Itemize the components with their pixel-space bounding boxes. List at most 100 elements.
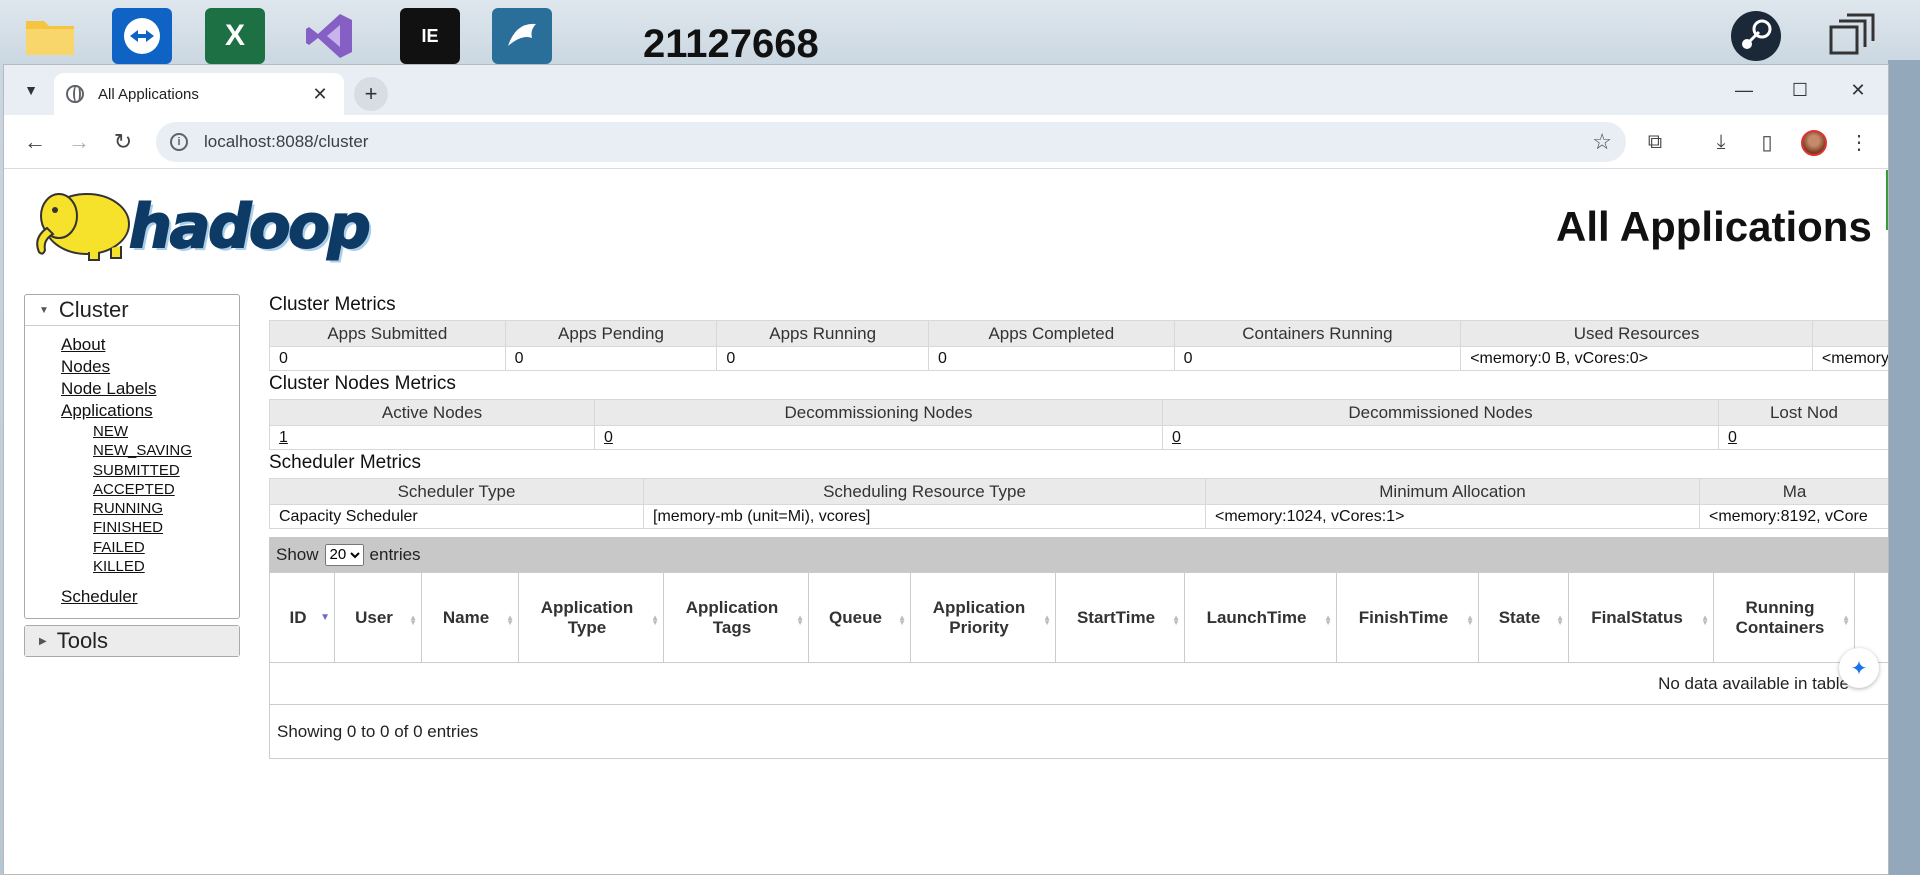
- link-state-submitted[interactable]: SUBMITTED: [93, 461, 239, 480]
- forward-button[interactable]: →: [64, 127, 94, 157]
- decommissioning-nodes-cell[interactable]: 0: [594, 425, 1163, 450]
- new-tab-button[interactable]: +: [354, 77, 388, 111]
- teamviewer-icon[interactable]: [112, 8, 172, 64]
- nodes-metrics-title: Cluster Nodes Metrics: [269, 373, 456, 394]
- table-cell: <memory:0 B, vCores:0>: [1460, 346, 1813, 371]
- tab-title: All Applications: [98, 85, 199, 103]
- column-header-queue[interactable]: Queue ▲ ▼: [808, 572, 911, 663]
- hadoop-elephant-icon: [36, 193, 130, 261]
- reload-button[interactable]: ↻: [108, 127, 138, 157]
- link-state-new[interactable]: NEW: [93, 422, 239, 441]
- task-view-icon[interactable]: [1822, 8, 1882, 64]
- cluster-accordion-header[interactable]: ▼ Cluster: [25, 295, 239, 325]
- column-header-finalstatus[interactable]: FinalStatus ▲ ▼: [1568, 572, 1714, 663]
- close-tab-icon[interactable]: ✕: [308, 84, 332, 105]
- desktop-edge: [1888, 60, 1920, 875]
- steam-icon[interactable]: [1726, 8, 1786, 64]
- link-state-new-saving[interactable]: NEW_SAVING: [93, 441, 239, 460]
- decommissioned-nodes-link[interactable]: 0: [1172, 429, 1181, 446]
- column-header-application-tags[interactable]: Application Tags ▲ ▼: [663, 572, 809, 663]
- sort-icon: ▲ ▼: [409, 613, 417, 627]
- maximize-button[interactable]: ☐: [1778, 75, 1822, 105]
- bookmark-star-icon[interactable]: ☆: [1592, 129, 1612, 155]
- show-label: Show: [276, 544, 319, 564]
- decommissioning-nodes-link[interactable]: 0: [604, 429, 613, 446]
- table-header: Decommissioning Nodes: [594, 399, 1163, 426]
- tab-all-applications[interactable]: All Applications ✕: [54, 73, 344, 115]
- link-applications[interactable]: Applications: [61, 400, 239, 422]
- mysql-workbench-icon[interactable]: [492, 8, 552, 64]
- hadoop-logo-text: hadoop: [128, 191, 372, 263]
- assistant-floating-icon[interactable]: ✦: [1839, 648, 1879, 688]
- table-row: 1 0 0 0: [269, 425, 1888, 450]
- globe-icon: [66, 85, 84, 103]
- link-state-accepted[interactable]: ACCEPTED: [93, 480, 239, 499]
- side-panel-icon[interactable]: ▯: [1752, 127, 1782, 157]
- minimize-button[interactable]: —: [1722, 75, 1766, 105]
- column-header-launchtime[interactable]: LaunchTime ▲ ▼: [1184, 572, 1337, 663]
- column-header-application-type[interactable]: Application Type ▲ ▼: [518, 572, 664, 663]
- link-state-killed[interactable]: KILLED: [93, 557, 239, 576]
- tools-accordion-header[interactable]: ▶ Tools: [25, 626, 239, 657]
- link-about[interactable]: About: [61, 334, 239, 356]
- lost-nodes-cell[interactable]: 0: [1718, 425, 1888, 450]
- cluster-links: About Nodes Node Labels Applications NEW…: [25, 325, 239, 618]
- intellij-icon[interactable]: IE: [400, 8, 460, 64]
- page-size-select[interactable]: 20: [324, 543, 364, 566]
- close-window-button[interactable]: ✕: [1836, 75, 1880, 105]
- visual-studio-icon[interactable]: [300, 8, 360, 64]
- table-cell: <memory: [1811, 346, 1888, 371]
- column-header-user[interactable]: User ▲ ▼: [334, 572, 422, 663]
- extensions-icon[interactable]: ⧉: [1640, 127, 1670, 157]
- active-nodes-link[interactable]: 1: [279, 429, 288, 446]
- browser-toolbar: ← → ↻ i localhost:8088/cluster ☆ ⧉ ⤓ ▯ ⋮: [4, 115, 1888, 169]
- link-state-running[interactable]: RUNNING: [93, 499, 239, 518]
- table-cell: 0: [928, 346, 1175, 371]
- table-row: Capacity Scheduler [memory-mb (unit=Mi),…: [269, 504, 1888, 529]
- triangle-down-icon: ▼: [39, 304, 49, 316]
- tab-search-icon[interactable]: ▼: [16, 75, 46, 105]
- table-header: Apps Submitted: [269, 320, 506, 347]
- column-header-running-containers[interactable]: Running Containers ▲ ▼: [1713, 572, 1855, 663]
- browser-window: ▼ All Applications ✕ + — ☐ ✕ ← → ↻ i loc…: [3, 64, 1889, 875]
- download-icon[interactable]: ⤓: [1706, 127, 1736, 157]
- column-header-application-priority[interactable]: Application Priority ▲ ▼: [910, 572, 1056, 663]
- folder-icon[interactable]: [20, 8, 80, 64]
- sort-desc-icon: ▼: [320, 612, 330, 623]
- page-content: hadoop All Applications ▼ Cluster About …: [4, 170, 1888, 874]
- menu-kebab-icon[interactable]: ⋮: [1844, 127, 1874, 157]
- excel-icon[interactable]: X: [205, 8, 265, 64]
- address-bar[interactable]: i localhost:8088/cluster ☆: [156, 122, 1626, 162]
- decommissioned-nodes-cell[interactable]: 0: [1162, 425, 1719, 450]
- desktop-number-label: 21127668: [643, 22, 819, 66]
- active-nodes-cell[interactable]: 1: [269, 425, 595, 450]
- table-header: Active Nodes: [269, 399, 595, 426]
- table-header: Used Resources: [1460, 320, 1813, 347]
- table-cell: Capacity Scheduler: [269, 504, 644, 529]
- lost-nodes-link[interactable]: 0: [1728, 429, 1737, 446]
- table-cell: <memory:1024, vCores:1>: [1205, 504, 1700, 529]
- sort-icon: ▲ ▼: [1842, 613, 1850, 627]
- url-text[interactable]: localhost:8088/cluster: [204, 132, 1592, 152]
- sort-icon: ▲ ▼: [506, 613, 514, 627]
- table-header: [1811, 320, 1888, 347]
- profile-avatar[interactable]: [1801, 130, 1827, 156]
- link-state-finished[interactable]: FINISHED: [93, 518, 239, 537]
- hadoop-logo[interactable]: hadoop: [29, 182, 409, 272]
- column-header-starttime[interactable]: StartTime ▲ ▼: [1055, 572, 1185, 663]
- scrollbar[interactable]: [1886, 170, 1888, 230]
- table-row: 0 0 0 0 0 <memory:0 B, vCores:0> <memory: [269, 346, 1888, 371]
- back-button[interactable]: ←: [20, 127, 50, 157]
- column-header-finishtime[interactable]: FinishTime ▲ ▼: [1336, 572, 1479, 663]
- link-nodes[interactable]: Nodes: [61, 356, 239, 378]
- link-state-failed[interactable]: FAILED: [93, 538, 239, 557]
- sort-icon: ▲ ▼: [898, 613, 906, 627]
- column-header-name[interactable]: Name ▲ ▼: [421, 572, 519, 663]
- site-info-icon[interactable]: i: [170, 133, 188, 151]
- link-node-labels[interactable]: Node Labels: [61, 378, 239, 400]
- column-header-state[interactable]: State ▲ ▼: [1478, 572, 1569, 663]
- table-header: Decommissioned Nodes: [1162, 399, 1719, 426]
- link-scheduler[interactable]: Scheduler: [61, 586, 239, 608]
- column-header-id[interactable]: ID ▼: [269, 572, 335, 663]
- sort-icon: ▲ ▼: [1556, 613, 1564, 627]
